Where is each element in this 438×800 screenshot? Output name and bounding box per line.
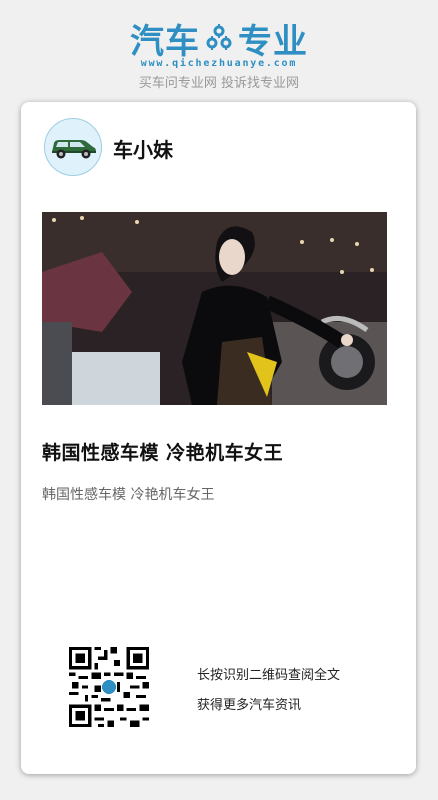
article-summary: 韩国性感车模 冷艳机车女王 <box>42 487 215 503</box>
qr-code-icon[interactable] <box>69 647 149 727</box>
green-suv-icon <box>52 140 96 159</box>
article-card[interactable]: 车小妹 韩国性感车模 冷艳机车女王 韩国性感车模 冷艳机车女王 长按识别二维码查… <box>21 102 416 774</box>
article-title[interactable]: 韩国性感车模 冷艳机车女王 <box>42 438 283 465</box>
logo-text-left: 汽车 <box>130 21 200 62</box>
author-name[interactable]: 车小妹 <box>113 134 173 163</box>
site-slogan: 买车问专业网 投诉找专业网 <box>138 76 300 91</box>
qr-subtext: 获得更多汽车资讯 <box>197 698 302 713</box>
cover-photo-illustration <box>42 212 387 405</box>
site-logo[interactable]: 汽车 专业 <box>0 16 438 62</box>
author-avatar[interactable] <box>44 118 102 176</box>
gear-cluster-icon <box>206 24 232 50</box>
site-header: 汽车 专业 www.qichezhuanye.com 买车问专业网 投诉找专业网 <box>0 0 438 100</box>
site-url[interactable]: www.qichezhuanye.com <box>0 58 438 69</box>
qr-instruction: 长按识别二维码查阅全文 <box>197 668 341 683</box>
article-cover-image[interactable] <box>42 212 387 405</box>
logo-text-right: 专业 <box>238 21 308 62</box>
